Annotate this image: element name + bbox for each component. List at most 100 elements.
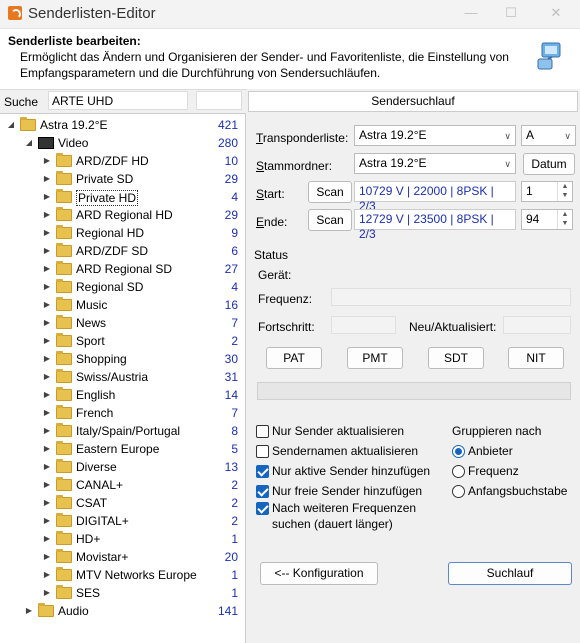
option-checkbox[interactable] [256, 445, 269, 458]
expand-arrow-icon[interactable]: ▶ [42, 368, 52, 386]
tree-node[interactable]: ▶ Private SD 29 [0, 170, 244, 188]
polarity-select[interactable]: A ∨ [521, 125, 576, 146]
option-checkbox[interactable] [256, 425, 269, 438]
sdt-button[interactable]: SDT [428, 347, 484, 369]
date-button[interactable]: Datum [523, 153, 575, 175]
expand-arrow-icon[interactable]: ▶ [42, 242, 52, 260]
tree-node[interactable]: ▶ Shopping 30 [0, 350, 244, 368]
grouping-radio[interactable] [452, 465, 465, 478]
expand-arrow-icon[interactable]: ▶ [42, 404, 52, 422]
tree-node[interactable]: ▶ Audio 141 [0, 602, 244, 620]
start-number-stepper[interactable]: 1 ▲ ▼ [521, 181, 573, 202]
tree-node[interactable]: ◢ Astra 19.2°E 421 [0, 116, 244, 134]
scan-end-button[interactable]: Scan [308, 209, 352, 231]
search-extra-field[interactable] [196, 91, 242, 110]
expand-arrow-icon[interactable]: ◢ [6, 116, 16, 134]
tree-node[interactable]: ▶ CSAT 2 [0, 494, 244, 512]
option-checkbox[interactable] [256, 502, 269, 515]
expand-arrow-icon[interactable]: ▶ [42, 566, 52, 584]
start-transponder-field[interactable]: 10729 V | 22000 | 8PSK | 2/3 [354, 181, 516, 213]
tree-node[interactable]: ▶ MTV Networks Europe 1 [0, 566, 244, 584]
expand-arrow-icon[interactable]: ▶ [42, 440, 52, 458]
tree-node[interactable]: ▶ DIGITAL+ 2 [0, 512, 244, 530]
tree-node[interactable]: ▶ ARD Regional SD 27 [0, 260, 244, 278]
expand-arrow-icon[interactable]: ▶ [42, 458, 52, 476]
window-title: Senderlisten-Editor [28, 5, 156, 22]
tree-node[interactable]: ▶ ARD/ZDF SD 6 [0, 242, 244, 260]
minimize-icon[interactable]: — [460, 4, 482, 22]
expand-arrow-icon[interactable]: ▶ [42, 386, 52, 404]
tree-node[interactable]: ▶ ARD/ZDF HD 10 [0, 152, 244, 170]
tree-node[interactable]: ▶ French 7 [0, 404, 244, 422]
option-label: Nur aktive Sender hinzufügen [272, 464, 431, 478]
tree-node[interactable]: ▶ Regional HD 9 [0, 224, 244, 242]
expand-arrow-icon[interactable]: ▶ [42, 584, 52, 602]
tree-node-count: 9 [231, 226, 238, 240]
tree-node[interactable]: ▶ Music 16 [0, 296, 244, 314]
master-folder-select[interactable]: Astra 19.2°E ∨ [354, 153, 516, 174]
expand-arrow-icon[interactable]: ▶ [42, 224, 52, 242]
expand-arrow-icon[interactable]: ▶ [42, 350, 52, 368]
search-input[interactable] [48, 91, 188, 110]
folder-icon [56, 387, 72, 401]
tree-node[interactable]: ▶ Movistar+ 20 [0, 548, 244, 566]
expand-arrow-icon[interactable]: ▶ [42, 494, 52, 512]
tree-node[interactable]: ▶ English 14 [0, 386, 244, 404]
film-icon [38, 137, 54, 149]
nit-button[interactable]: NIT [508, 347, 564, 369]
channel-tree[interactable]: ◢ Astra 19.2°E 421 ◢ Video 280 ▶ ARD/ZDF HD 10 ▶ P… [0, 113, 246, 643]
expand-arrow-icon[interactable]: ▶ [42, 314, 52, 332]
expand-arrow-icon[interactable]: ▶ [42, 476, 52, 494]
expand-arrow-icon[interactable]: ▶ [42, 548, 52, 566]
polarity-value: A [526, 128, 535, 142]
grouping-radio[interactable] [452, 485, 465, 498]
expand-arrow-icon[interactable]: ▶ [42, 296, 52, 314]
scan-start-button[interactable]: Scan [308, 181, 352, 203]
tree-node-label: Private SD [76, 172, 134, 186]
pat-button[interactable]: PAT [266, 347, 322, 369]
tree-node[interactable]: ▶ Diverse 13 [0, 458, 244, 476]
tree-node[interactable]: ▶ Swiss/Austria 31 [0, 368, 244, 386]
tree-node[interactable]: ▶ Private HD 4 [0, 188, 244, 206]
folder-icon [56, 531, 72, 545]
maximize-icon[interactable]: ☐ [500, 4, 522, 22]
folder-icon [56, 495, 72, 509]
option-checkbox[interactable] [256, 465, 269, 478]
transponder-list-select[interactable]: Astra 19.2°E ∨ [354, 125, 516, 146]
spin-arrows-icon[interactable]: ▲ ▼ [557, 182, 572, 201]
configuration-back-button[interactable]: <-- Konfiguration [260, 562, 378, 585]
tree-node[interactable]: ▶ SES 1 [0, 584, 244, 602]
search-run-button[interactable]: Suchlauf [448, 562, 572, 585]
expand-arrow-icon[interactable]: ▶ [42, 188, 52, 206]
end-transponder-field[interactable]: 12729 V | 23500 | 8PSK | 2/3 [354, 209, 516, 241]
tree-node[interactable]: ▶ Regional SD 4 [0, 278, 244, 296]
tree-node[interactable]: ▶ CANAL+ 2 [0, 476, 244, 494]
expand-arrow-icon[interactable]: ▶ [42, 278, 52, 296]
grouping-radio[interactable] [452, 445, 465, 458]
expand-arrow-icon[interactable]: ▶ [42, 170, 52, 188]
folder-icon [56, 459, 72, 473]
expand-arrow-icon[interactable]: ▶ [42, 206, 52, 224]
tree-node-label: CANAL+ [76, 478, 124, 492]
end-number-stepper[interactable]: 94 ▲ ▼ [521, 209, 573, 230]
expand-arrow-icon[interactable]: ▶ [42, 332, 52, 350]
expand-arrow-icon[interactable]: ▶ [42, 530, 52, 548]
expand-arrow-icon[interactable]: ▶ [42, 422, 52, 440]
option-checkbox[interactable] [256, 485, 269, 498]
pmt-button[interactable]: PMT [347, 347, 403, 369]
tree-node[interactable]: ▶ Eastern Europe 5 [0, 440, 244, 458]
tree-node[interactable]: ▶ Italy/Spain/Portugal 8 [0, 422, 244, 440]
expand-arrow-icon[interactable]: ▶ [24, 602, 34, 620]
tree-node[interactable]: ▶ Sport 2 [0, 332, 244, 350]
tree-node[interactable]: ▶ News 7 [0, 314, 244, 332]
tree-node-label: ARD/ZDF SD [76, 244, 148, 258]
tree-node[interactable]: ◢ Video 280 [0, 134, 244, 152]
expand-arrow-icon[interactable]: ▶ [42, 512, 52, 530]
expand-arrow-icon[interactable]: ▶ [42, 152, 52, 170]
tree-node[interactable]: ▶ HD+ 1 [0, 530, 244, 548]
expand-arrow-icon[interactable]: ▶ [42, 260, 52, 278]
spin-arrows-icon[interactable]: ▲ ▼ [557, 210, 572, 229]
expand-arrow-icon[interactable]: ◢ [24, 134, 34, 152]
close-icon[interactable]: ✕ [545, 4, 567, 22]
tree-node[interactable]: ▶ ARD Regional HD 29 [0, 206, 244, 224]
